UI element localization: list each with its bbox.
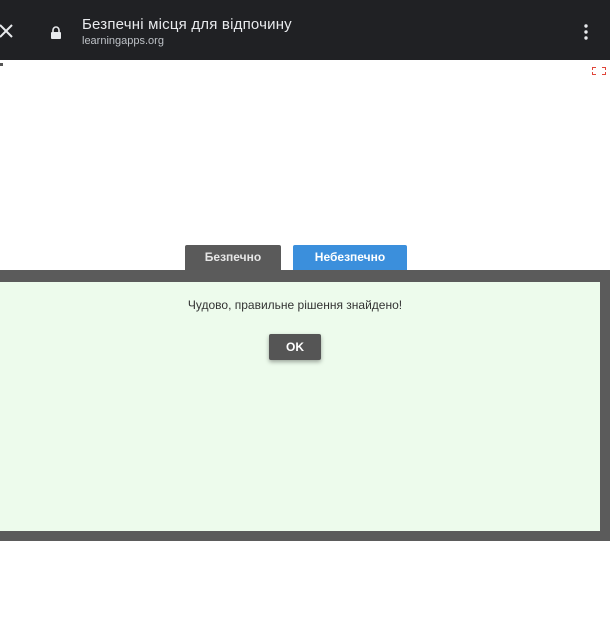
- browser-toolbar: Безпечні місця для відпочину learningapp…: [0, 0, 610, 60]
- result-dialog: Чудово, правильне рішення знайдено! OK: [0, 270, 610, 541]
- close-icon: [0, 24, 13, 38]
- corner-marker: [0, 63, 3, 66]
- page-url: learningapps.org: [82, 35, 164, 47]
- browser-menu-button[interactable]: [579, 23, 593, 41]
- success-message: Чудово, правильне рішення знайдено!: [187, 298, 403, 312]
- more-vert-icon: [584, 24, 588, 40]
- category-safe[interactable]: Безпечно: [185, 245, 281, 270]
- lock-icon: [50, 26, 62, 40]
- ok-button[interactable]: OK: [269, 334, 321, 360]
- category-unsafe[interactable]: Небезпечно: [293, 245, 407, 270]
- page-title-block[interactable]: Безпечні місця для відпочину learningapp…: [82, 16, 292, 48]
- fullscreen-icon: [592, 67, 606, 75]
- close-tab-button[interactable]: [0, 20, 18, 42]
- fullscreen-button[interactable]: [592, 62, 606, 75]
- page-title: Безпечні місця для відпочину: [82, 16, 292, 33]
